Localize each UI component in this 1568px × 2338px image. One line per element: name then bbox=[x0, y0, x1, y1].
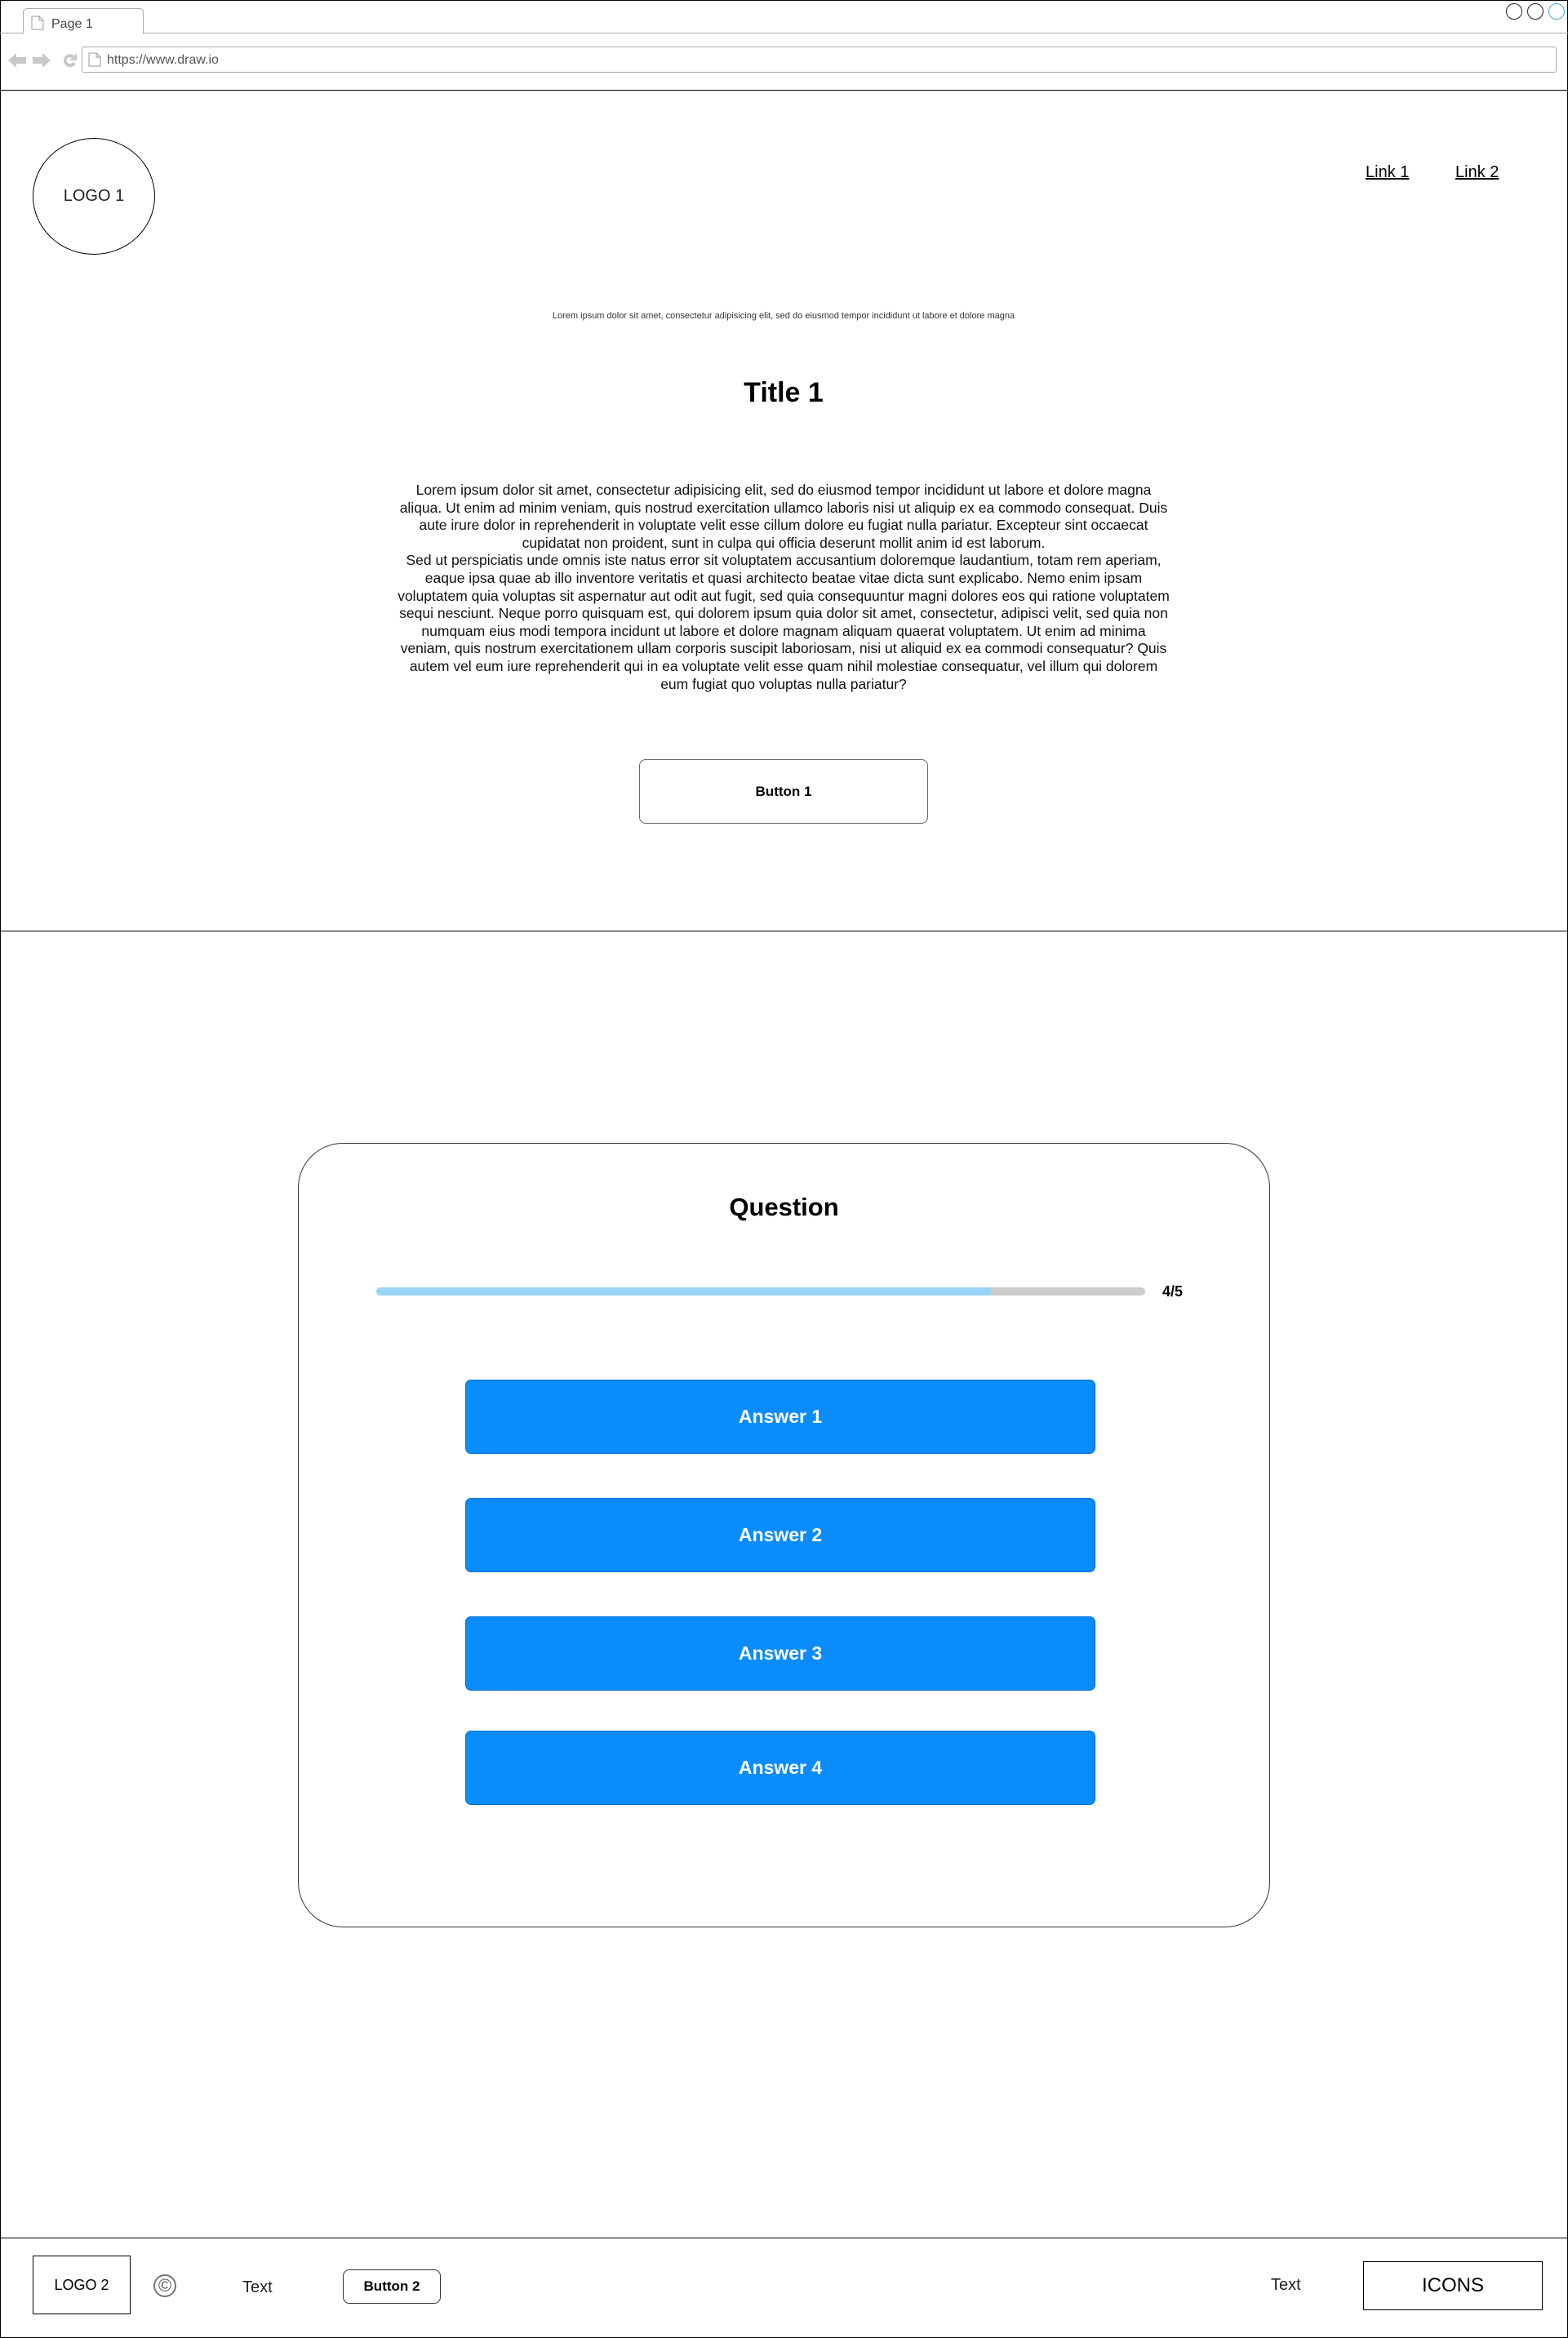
browser-nav bbox=[8, 51, 82, 73]
answer-button-1[interactable]: Answer 1 bbox=[465, 1380, 1095, 1454]
intro-text: Lorem ipsum dolor sit amet, consectetur … bbox=[552, 311, 1015, 321]
logo-2[interactable]: LOGO 2 bbox=[33, 2256, 131, 2314]
answer-button-3[interactable]: Answer 3 bbox=[465, 1616, 1095, 1691]
reload-icon[interactable] bbox=[63, 53, 77, 68]
forward-arrow-icon[interactable] bbox=[33, 53, 51, 68]
nav-link-1[interactable]: Link 1 bbox=[1366, 163, 1409, 182]
window-minimize-button[interactable] bbox=[1506, 3, 1522, 20]
address-bar[interactable]: https://www.draw.io bbox=[82, 47, 1557, 73]
copyright-icon: © bbox=[153, 2274, 176, 2297]
button-1[interactable]: Button 1 bbox=[639, 759, 928, 824]
button-2[interactable]: Button 2 bbox=[343, 2269, 441, 2304]
window-close-button[interactable] bbox=[1548, 3, 1565, 20]
window-maximize-button[interactable] bbox=[1527, 3, 1544, 20]
page-icon bbox=[88, 52, 101, 71]
progress-bar bbox=[376, 1287, 1145, 1296]
body-paragraph-1: Lorem ipsum dolor sit amet, consectetur … bbox=[399, 482, 1168, 551]
answer-button-4[interactable]: Answer 4 bbox=[465, 1731, 1095, 1805]
question-title: Question bbox=[729, 1193, 839, 1221]
progress-label: 4/5 bbox=[1162, 1283, 1184, 1300]
body-text: Lorem ipsum dolor sit amet, consectetur … bbox=[396, 482, 1171, 693]
url-text: https://www.draw.io bbox=[107, 53, 219, 67]
page-title: Title 1 bbox=[744, 377, 824, 408]
tab-label: Page 1 bbox=[51, 17, 93, 31]
logo-1[interactable]: LOGO 1 bbox=[33, 138, 155, 255]
back-arrow-icon[interactable] bbox=[8, 53, 26, 68]
footer-text-right: Text bbox=[1271, 2276, 1301, 2294]
chrome-divider bbox=[0, 90, 1568, 91]
icons-placeholder[interactable]: ICONS bbox=[1363, 2261, 1543, 2310]
page-icon bbox=[31, 16, 44, 34]
body-paragraph-2: Sed ut perspiciatis unde omnis iste natu… bbox=[398, 552, 1170, 692]
browser-tab[interactable]: Page 1 bbox=[23, 8, 144, 33]
progress-bar-fill bbox=[376, 1287, 992, 1296]
nav-link-2[interactable]: Link 2 bbox=[1455, 163, 1499, 182]
answer-button-2[interactable]: Answer 2 bbox=[465, 1498, 1095, 1572]
footer-text-left: Text bbox=[242, 2278, 273, 2296]
quiz-card: Question 4/5 Answer 1 Answer 2 Answer 3 … bbox=[298, 1143, 1270, 1927]
